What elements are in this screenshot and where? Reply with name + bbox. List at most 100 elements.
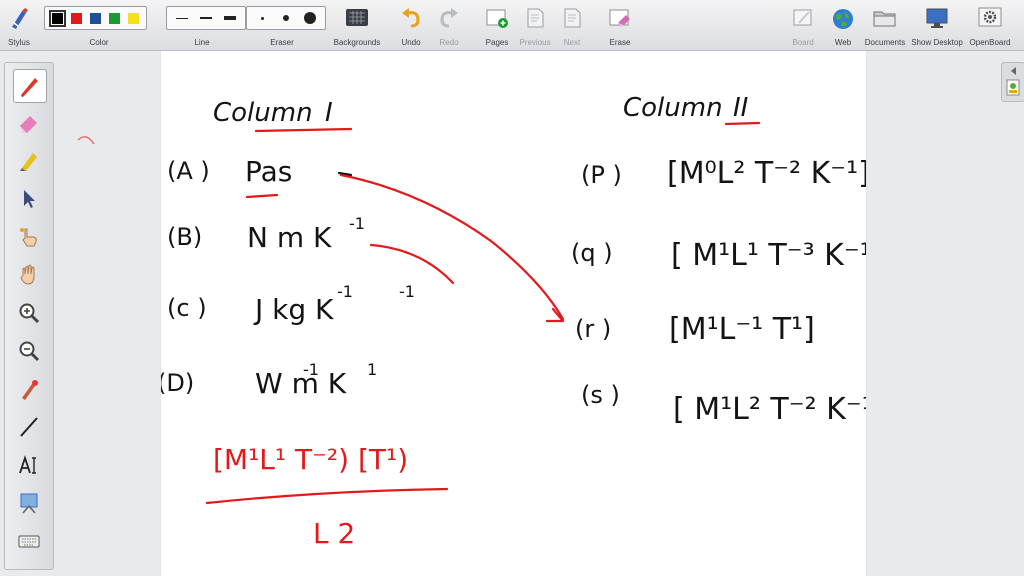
right-item-r-tag: (r ) [575, 315, 611, 343]
web-button[interactable]: Web [828, 3, 858, 49]
undo-icon [402, 8, 420, 28]
text-tool-button[interactable] [13, 449, 45, 481]
tool-palette [4, 62, 54, 570]
next-label: Next [563, 38, 581, 47]
right-item-s-expr: [ M¹L² T⁻² K⁻¹ ] [673, 392, 866, 427]
board-button[interactable]: Board [788, 3, 818, 49]
interact-tool-button[interactable] [13, 221, 45, 253]
capture-tool-button[interactable] [13, 487, 45, 519]
right-item-r-expr: [M¹L⁻¹ T¹] [669, 312, 815, 347]
redo-icon [440, 8, 458, 28]
erase-button[interactable]: Erase [604, 3, 636, 49]
page-thumbnail-icon [1006, 67, 1020, 96]
left-item-d-tag: (D) [161, 369, 194, 397]
left-item-c-expr: J kg K [253, 293, 334, 326]
column-2-number: II [733, 93, 748, 123]
monitor-icon [926, 8, 948, 28]
laser-pointer-icon [22, 380, 38, 400]
stylus-button[interactable]: Stylus [4, 3, 34, 49]
laser-pointer-tool-button[interactable] [13, 373, 45, 405]
pages-drawer-toggle[interactable] [1001, 62, 1024, 102]
text-icon [19, 455, 36, 474]
pen-tool-button[interactable] [13, 69, 47, 103]
right-item-q-tag: (q ) [571, 239, 613, 267]
next-page-icon [564, 8, 581, 28]
gear-icon [978, 7, 1002, 27]
undo-label: Undo [401, 38, 421, 47]
right-item-p-expr: [M⁰L² T⁻² K⁻¹] [667, 156, 866, 191]
left-item-a-tag: (A ) [167, 157, 210, 185]
color-group: Color [44, 3, 154, 49]
globe-icon [833, 9, 853, 29]
left-item-c-exponent-2: -1 [399, 282, 415, 301]
right-item-p-tag: (P ) [581, 161, 622, 189]
stylus-icon [12, 8, 28, 29]
previous-page-icon [527, 8, 544, 28]
zoom-in-tool-button[interactable] [13, 297, 45, 329]
left-item-d-exponent-2: 1 [367, 360, 377, 379]
show-desktop-button[interactable]: Show Desktop [910, 3, 964, 49]
left-item-c-tag: (c ) [167, 294, 207, 322]
selector-tool-button[interactable] [13, 183, 45, 215]
capture-icon [20, 493, 38, 514]
line-icon [20, 417, 38, 437]
pages-label: Pages [485, 38, 509, 47]
pointing-hand-icon [20, 228, 37, 247]
folder-icon [873, 11, 896, 27]
hand-icon [20, 264, 35, 285]
erase-page-icon [609, 9, 630, 27]
add-page-icon [486, 9, 508, 28]
left-item-c-exponent-1: -1 [337, 282, 353, 301]
line-group: Line [166, 3, 238, 49]
color-label: Color [89, 38, 109, 47]
line-label: Line [194, 38, 210, 47]
column-1-title: Column [213, 98, 313, 128]
backgrounds-grid-icon [346, 9, 368, 26]
column-1-underline [254, 127, 353, 133]
left-item-d-exponent-1: -1 [303, 360, 319, 379]
openboard-label: OpenBoard [969, 38, 1011, 47]
previous-label: Previous [519, 38, 551, 47]
openboard-menu-button[interactable]: OpenBoard [966, 3, 1014, 49]
web-label: Web [834, 38, 852, 47]
whiteboard-canvas[interactable]: Column I Column II (A ) Pas (B) N m K -1… [160, 51, 867, 576]
keyboard-icon [18, 535, 40, 548]
highlighter-icon [20, 153, 37, 171]
hand-tool-button[interactable] [13, 259, 45, 291]
eraser-icon [20, 116, 37, 133]
next-button[interactable]: Next [556, 3, 588, 49]
pen-icon [21, 78, 38, 97]
pages-button[interactable]: Pages [482, 3, 512, 49]
redo-label: Redo [439, 38, 459, 47]
left-item-b-expr: N m K [247, 221, 332, 254]
documents-button[interactable]: Documents [864, 3, 906, 49]
column-2-underline [724, 121, 761, 126]
right-item-q-expr: [ M¹L¹ T⁻³ K⁻¹ ] [671, 238, 866, 273]
red-stroke-b [369, 243, 455, 285]
zoom-out-icon [19, 341, 40, 362]
eraser-group: Eraser [246, 3, 318, 49]
pas-underline [245, 193, 279, 199]
top-toolbar: Stylus Color Line Eraser Backgrounds Und… [0, 0, 1024, 51]
board-icon [793, 9, 812, 26]
match-arrow [339, 173, 565, 321]
left-item-b-tag: (B) [167, 223, 202, 251]
left-item-a-expr: Pas [245, 155, 292, 188]
left-item-d-expr: W m K [255, 367, 347, 400]
board-label: Board [792, 38, 814, 47]
keyboard-tool-button[interactable] [13, 525, 45, 557]
fraction-numerator: [M¹L¹ T⁻²) [T¹) [213, 443, 408, 476]
zoom-out-tool-button[interactable] [13, 335, 45, 367]
backgrounds-button[interactable]: Backgrounds [330, 3, 384, 49]
line-tool-button[interactable] [13, 411, 45, 443]
highlighter-tool-button[interactable] [13, 145, 45, 177]
eraser-label: Eraser [270, 38, 294, 47]
previous-button[interactable]: Previous [516, 3, 554, 49]
stylus-label: Stylus [8, 38, 30, 47]
undo-button[interactable]: Undo [396, 3, 426, 49]
zoom-in-icon [19, 303, 40, 324]
stray-stroke [77, 136, 95, 145]
eraser-tool-button[interactable] [13, 107, 45, 139]
redo-button[interactable]: Redo [434, 3, 464, 49]
erase-label: Erase [609, 38, 631, 47]
